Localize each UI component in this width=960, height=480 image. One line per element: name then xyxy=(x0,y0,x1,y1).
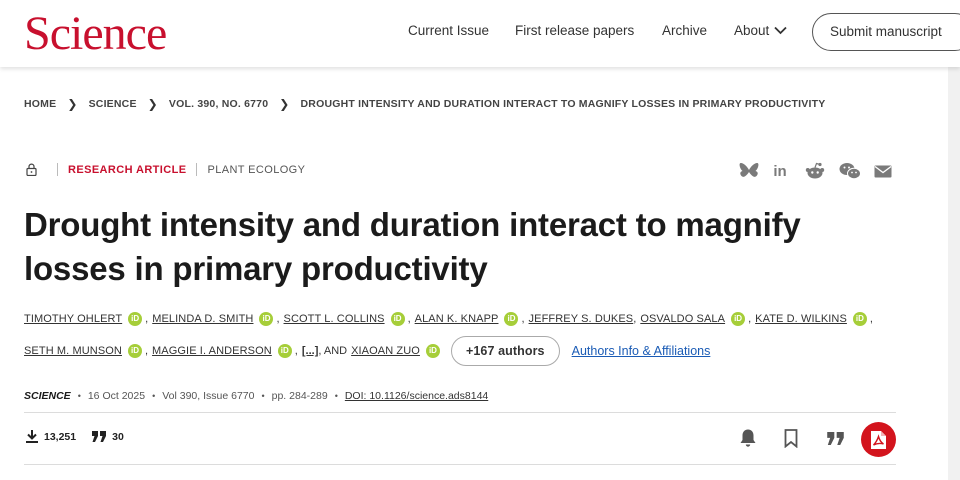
author-link[interactable]: KATE D. WILKINS xyxy=(755,313,847,325)
author-link[interactable]: TIMOTHY OHLERT xyxy=(24,313,122,325)
article-meta: RESEARCH ARTICLE PLANT ECOLOGY xyxy=(26,163,305,176)
orcid-icon[interactable]: iD xyxy=(127,344,142,358)
more-authors-button[interactable]: +167 authors xyxy=(450,336,560,366)
orcid-icon[interactable]: iD xyxy=(852,312,867,326)
author-link[interactable]: SETH M. MUNSON xyxy=(24,345,122,357)
author-link[interactable]: JEFFREY S. DUKES xyxy=(529,313,634,325)
author-link[interactable]: ALAN K. KNAPP xyxy=(415,313,499,325)
separator-dot: • xyxy=(261,391,265,401)
author-link[interactable]: XIAOAN ZUO xyxy=(351,345,420,357)
article-type[interactable]: RESEARCH ARTICLE xyxy=(68,164,186,176)
authors-info-link[interactable]: Authors Info & Affiliations xyxy=(572,344,711,358)
orcid-icon[interactable]: iD xyxy=(425,344,440,358)
author-link[interactable]: SCOTT L. COLLINS xyxy=(284,313,385,325)
divider xyxy=(24,464,896,465)
download-count[interactable]: 13,251 xyxy=(44,431,76,443)
chevron-down-icon xyxy=(774,26,787,35)
doi-link[interactable]: DOI: 10.1126/science.ads8144 xyxy=(345,390,488,402)
nav-about-label: About xyxy=(734,23,770,38)
orcid-icon[interactable]: iD xyxy=(128,312,143,326)
article-metrics: 13,251 30 xyxy=(26,430,124,443)
site-header: Science Current Issue First release pape… xyxy=(0,0,960,67)
email-icon[interactable] xyxy=(873,160,893,182)
separator-dot: • xyxy=(152,391,156,401)
author-list: SETH M. MUNSON iD, MAGGIE I. ANDERSON iD… xyxy=(24,336,710,366)
divider xyxy=(196,163,198,176)
separator-dot: • xyxy=(334,391,338,401)
science-logo[interactable]: Science xyxy=(24,8,167,60)
expand-authors-ellipsis[interactable]: [...] xyxy=(302,345,319,357)
wechat-icon[interactable] xyxy=(838,160,862,182)
page-range: pp. 284-289 xyxy=(271,390,328,402)
chevron-right-icon: ❯ xyxy=(147,97,158,111)
download-icon xyxy=(26,430,38,443)
citation-count[interactable]: 30 xyxy=(112,431,124,443)
chevron-right-icon: ❯ xyxy=(279,97,290,111)
submit-manuscript-button[interactable]: Submit manuscript xyxy=(812,13,960,51)
nav-archive[interactable]: Archive xyxy=(662,23,707,38)
bell-icon[interactable] xyxy=(738,427,758,449)
citation-icon xyxy=(92,431,107,442)
lock-icon xyxy=(26,163,37,176)
nav-first-release-papers[interactable]: First release papers xyxy=(515,23,634,38)
orcid-icon[interactable]: iD xyxy=(731,312,746,326)
divider xyxy=(24,412,896,413)
author-link[interactable]: OSVALDO SALA xyxy=(640,313,725,325)
publication-date: 16 Oct 2025 xyxy=(87,390,146,402)
separator-dot: • xyxy=(77,391,81,401)
journal-name[interactable]: SCIENCE xyxy=(24,390,71,402)
orcid-icon[interactable]: iD xyxy=(390,312,405,326)
breadcrumb: HOME ❯ SCIENCE ❯ VOL. 390, NO. 6770 ❯ DR… xyxy=(24,97,825,111)
author-list: TIMOTHY OHLERT iD, MELINDA D. SMITH iD, … xyxy=(24,312,873,326)
author-conjunction: , AND xyxy=(318,345,348,357)
breadcrumb-science[interactable]: SCIENCE xyxy=(89,98,137,110)
author-link[interactable]: MELINDA D. SMITH xyxy=(152,313,253,325)
divider xyxy=(57,163,58,176)
pdf-icon xyxy=(871,430,886,449)
breadcrumb-article: DROUGHT INTENSITY AND DURATION INTERACT … xyxy=(300,98,826,110)
linkedin-icon[interactable]: in xyxy=(770,160,790,182)
chevron-right-icon: ❯ xyxy=(67,97,78,111)
page-scrollbar[interactable] xyxy=(948,67,960,480)
orcid-icon[interactable]: iD xyxy=(504,312,519,326)
breadcrumb-issue[interactable]: VOL. 390, NO. 6770 xyxy=(169,98,268,110)
citation-line: SCIENCE • 16 Oct 2025 • Vol 390, Issue 6… xyxy=(24,390,488,402)
nav-current-issue[interactable]: Current Issue xyxy=(408,23,489,38)
article-title: Drought intensity and duration interact … xyxy=(24,206,801,287)
bookmark-icon[interactable] xyxy=(782,427,800,449)
pdf-download-button[interactable] xyxy=(861,422,896,457)
orcid-icon[interactable]: iD xyxy=(277,344,292,358)
reddit-icon[interactable] xyxy=(804,160,826,182)
breadcrumb-home[interactable]: HOME xyxy=(24,98,56,110)
orcid-icon[interactable]: iD xyxy=(259,312,274,326)
bluesky-icon[interactable] xyxy=(738,160,760,182)
volume-issue: Vol 390, Issue 6770 xyxy=(162,390,255,402)
article-subject[interactable]: PLANT ECOLOGY xyxy=(207,164,305,176)
cite-icon[interactable] xyxy=(825,427,845,449)
author-link[interactable]: MAGGIE I. ANDERSON xyxy=(152,345,272,357)
nav-about[interactable]: About xyxy=(734,23,787,38)
